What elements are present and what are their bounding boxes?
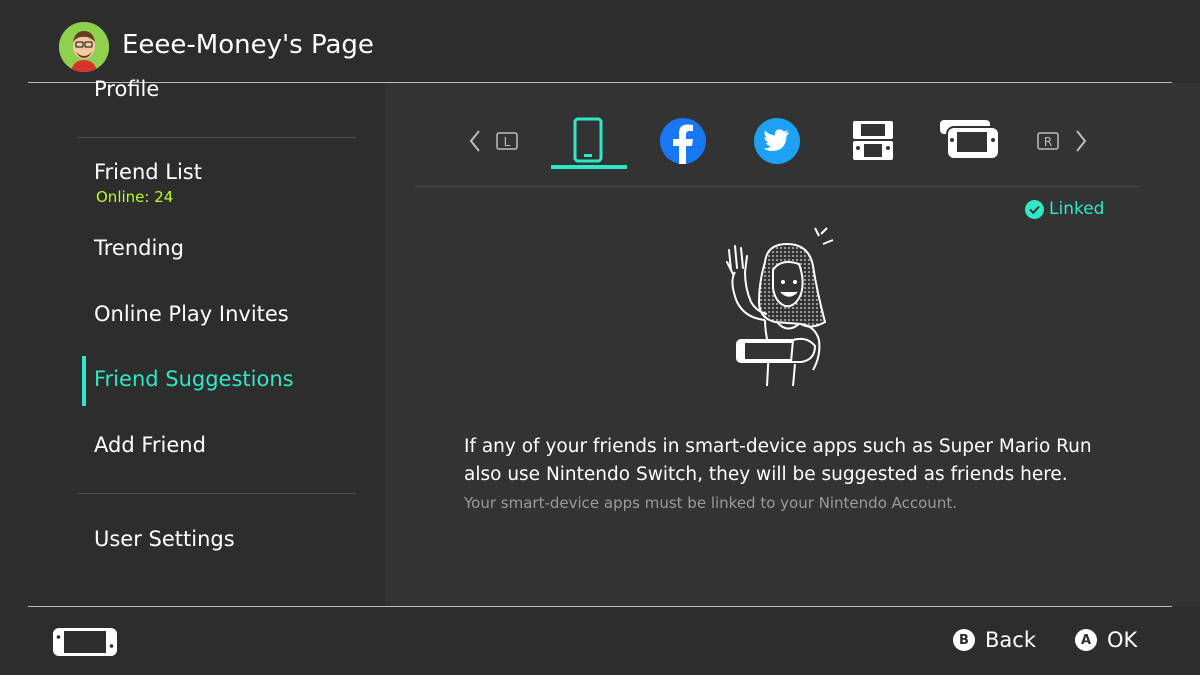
page-title: Eeee-Money's Page (122, 30, 374, 60)
sidebar-item-friend-suggestions[interactable]: Friend Suggestions (94, 367, 294, 391)
tab-underline (551, 165, 627, 169)
a-button-icon: A (1075, 629, 1097, 651)
tab-smart-device[interactable] (551, 110, 627, 172)
switch-console-icon (52, 627, 118, 657)
sidebar-item-online-play-invites[interactable]: Online Play Invites (94, 302, 289, 326)
sidebar-item-user-settings[interactable]: User Settings (94, 527, 235, 551)
nintendo-3ds-icon (853, 121, 893, 160)
r-button-label: R (1044, 135, 1052, 149)
header: Eeee-Money's Page (0, 0, 1200, 82)
online-count: Online: 24 (96, 188, 174, 206)
wii-u-icon (940, 120, 1000, 160)
suggestion-message-line2: also use Nintendo Switch, they will be s… (464, 464, 1068, 485)
tab-twitter[interactable] (751, 110, 803, 172)
linked-status: Linked (1025, 199, 1104, 219)
waving-person-illustration (715, 222, 845, 392)
l-button-label: L (504, 135, 511, 149)
footer-divider (28, 606, 1172, 607)
sidebar-divider (77, 137, 356, 138)
facebook-icon (660, 118, 706, 164)
sidebar-item-friend-list[interactable]: Friend List (94, 160, 202, 184)
selection-indicator (82, 356, 86, 406)
tab-wii-u[interactable] (937, 110, 1000, 172)
back-label: Back (985, 628, 1036, 652)
sidebar-item-profile[interactable]: Profile (94, 77, 159, 101)
user-avatar[interactable] (59, 22, 109, 72)
tab-facebook[interactable] (657, 110, 709, 172)
sidebar-item-add-friend[interactable]: Add Friend (94, 433, 206, 457)
smart-device-icon (573, 117, 603, 163)
linked-label: Linked (1049, 199, 1105, 219)
suggestion-message-line1: If any of your friends in smart-device a… (464, 436, 1092, 457)
tab-prev[interactable]: L (465, 110, 525, 172)
check-circle-icon (1025, 199, 1044, 219)
ok-button[interactable]: A OK (1075, 628, 1137, 652)
sidebar-item-trending[interactable]: Trending (94, 236, 184, 260)
tab-next[interactable]: R (1035, 110, 1095, 172)
back-button[interactable]: B Back (953, 628, 1036, 652)
twitter-icon (754, 118, 800, 164)
ok-label: OK (1107, 628, 1138, 652)
link-requirement-note: Your smart-device apps must be linked to… (464, 494, 957, 512)
tab-divider (415, 186, 1140, 187)
tab-nintendo-3ds[interactable] (848, 110, 898, 172)
sidebar-divider (77, 493, 356, 494)
b-button-icon: B (953, 629, 975, 651)
